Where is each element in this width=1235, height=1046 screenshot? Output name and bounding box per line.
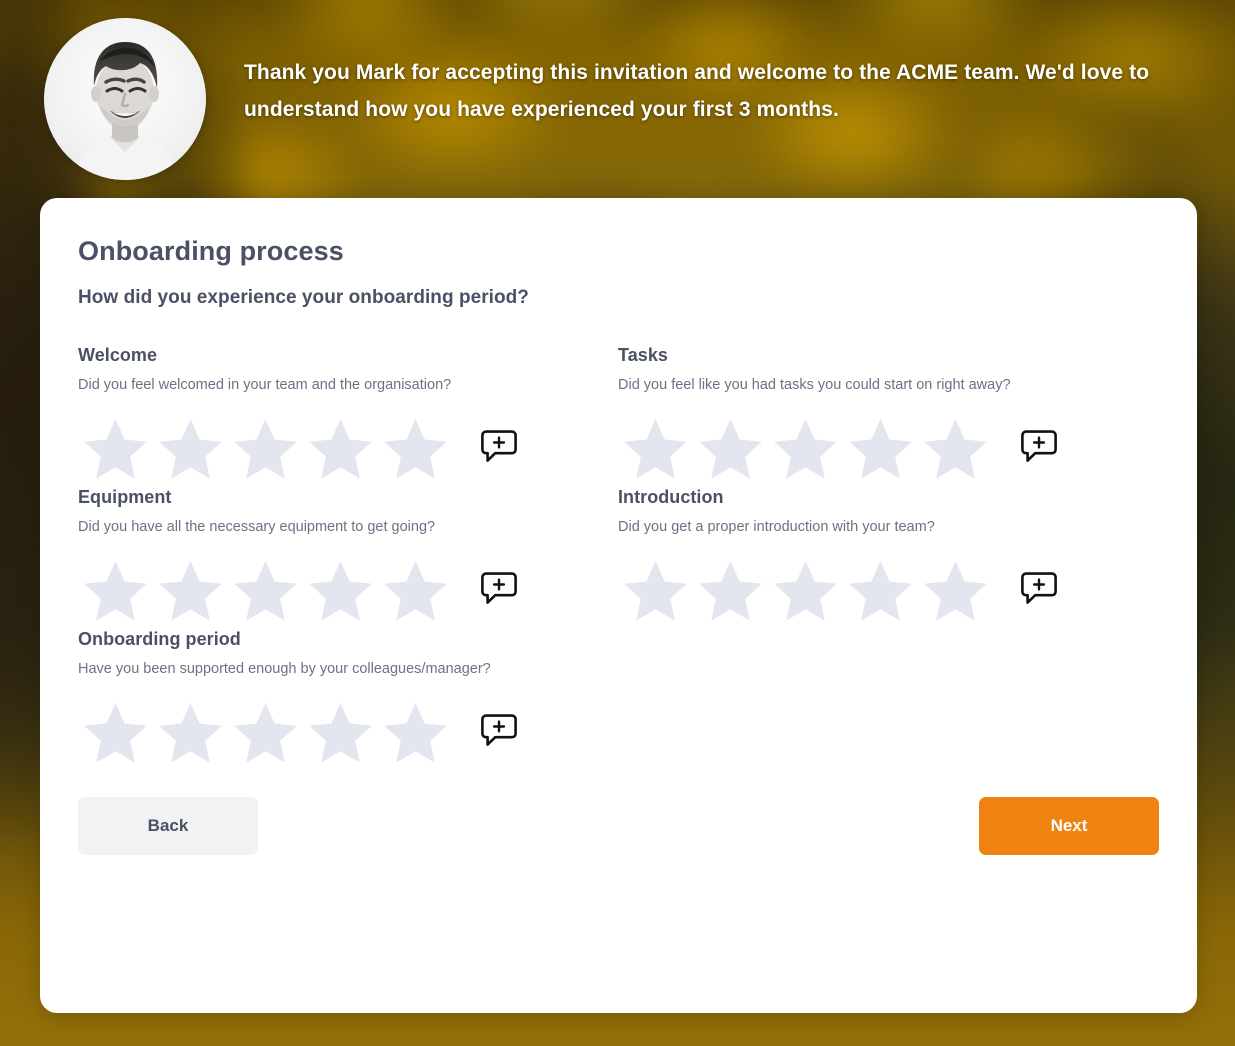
star-icon[interactable] [78,555,153,621]
form-footer: Back Next [78,797,1159,895]
questions-column-right: Tasks Did you feel like you had tasks you… [618,345,1158,771]
avatar [44,18,206,180]
rating-row [78,413,618,479]
question-block-equipment: Equipment Did you have all the necessary … [78,487,618,621]
rating-row [78,697,618,763]
star-icon[interactable] [153,697,228,763]
star-icon[interactable] [768,413,843,479]
question-description: Did you have all the necessary equipment… [78,515,498,539]
question-title: Welcome [78,345,618,366]
star-icon[interactable] [693,413,768,479]
avatar-photo [44,18,206,180]
question-block-introduction: Introduction Did you get a proper introdu… [618,487,1158,621]
star-icon[interactable] [228,555,303,621]
star-icon[interactable] [618,413,693,479]
star-icon[interactable] [918,555,993,621]
question-title: Onboarding period [78,629,618,650]
star-icon[interactable] [153,413,228,479]
question-description: Did you feel welcomed in your team and t… [78,373,498,397]
star-icon[interactable] [78,413,153,479]
star-rating-welcome[interactable] [78,413,453,479]
next-button[interactable]: Next [979,797,1159,855]
rating-row [78,555,618,621]
survey-card: Onboarding process How did you experienc… [40,198,1197,1013]
comment-plus-icon[interactable] [479,711,519,749]
rating-row [618,413,1158,479]
star-icon[interactable] [843,555,918,621]
star-icon[interactable] [228,697,303,763]
star-icon[interactable] [693,555,768,621]
star-icon[interactable] [843,413,918,479]
question-title: Equipment [78,487,618,508]
question-block-welcome: Welcome Did you feel welcomed in your tea… [78,345,618,479]
page-title: Onboarding process [78,236,1159,267]
star-icon[interactable] [618,555,693,621]
question-title: Introduction [618,487,1158,508]
star-rating-onboarding-period[interactable] [78,697,453,763]
back-button[interactable]: Back [78,797,258,855]
survey-card-scroll-area[interactable]: Onboarding process How did you experienc… [40,198,1197,1013]
comment-plus-icon[interactable] [479,569,519,607]
star-icon[interactable] [378,697,453,763]
star-icon[interactable] [918,413,993,479]
page-header: Thank you Mark for accepting this invita… [0,0,1235,198]
star-icon[interactable] [153,555,228,621]
question-title: Tasks [618,345,1158,366]
star-icon[interactable] [378,413,453,479]
star-icon[interactable] [378,555,453,621]
star-rating-equipment[interactable] [78,555,453,621]
greeting-message: Thank you Mark for accepting this invita… [244,54,1179,128]
question-description: Have you been supported enough by your c… [78,657,498,681]
star-icon[interactable] [303,555,378,621]
star-rating-tasks[interactable] [618,413,993,479]
comment-plus-icon[interactable] [1019,569,1059,607]
questions-grid: Welcome Did you feel welcomed in your tea… [78,345,1159,771]
page-background: Thank you Mark for accepting this invita… [0,0,1235,1046]
question-description: Did you feel like you had tasks you coul… [618,373,1038,397]
question-block-onboarding-period: Onboarding period Have you been supported… [78,629,618,763]
star-rating-introduction[interactable] [618,555,993,621]
star-icon[interactable] [228,413,303,479]
star-icon[interactable] [768,555,843,621]
star-icon[interactable] [303,697,378,763]
comment-plus-icon[interactable] [479,427,519,465]
page-subtitle: How did you experience your onboarding p… [78,287,1159,309]
star-icon[interactable] [303,413,378,479]
question-block-tasks: Tasks Did you feel like you had tasks you… [618,345,1158,479]
rating-row [618,555,1158,621]
star-icon[interactable] [78,697,153,763]
questions-column-left: Welcome Did you feel welcomed in your tea… [78,345,618,771]
comment-plus-icon[interactable] [1019,427,1059,465]
question-description: Did you get a proper introduction with y… [618,515,1038,539]
